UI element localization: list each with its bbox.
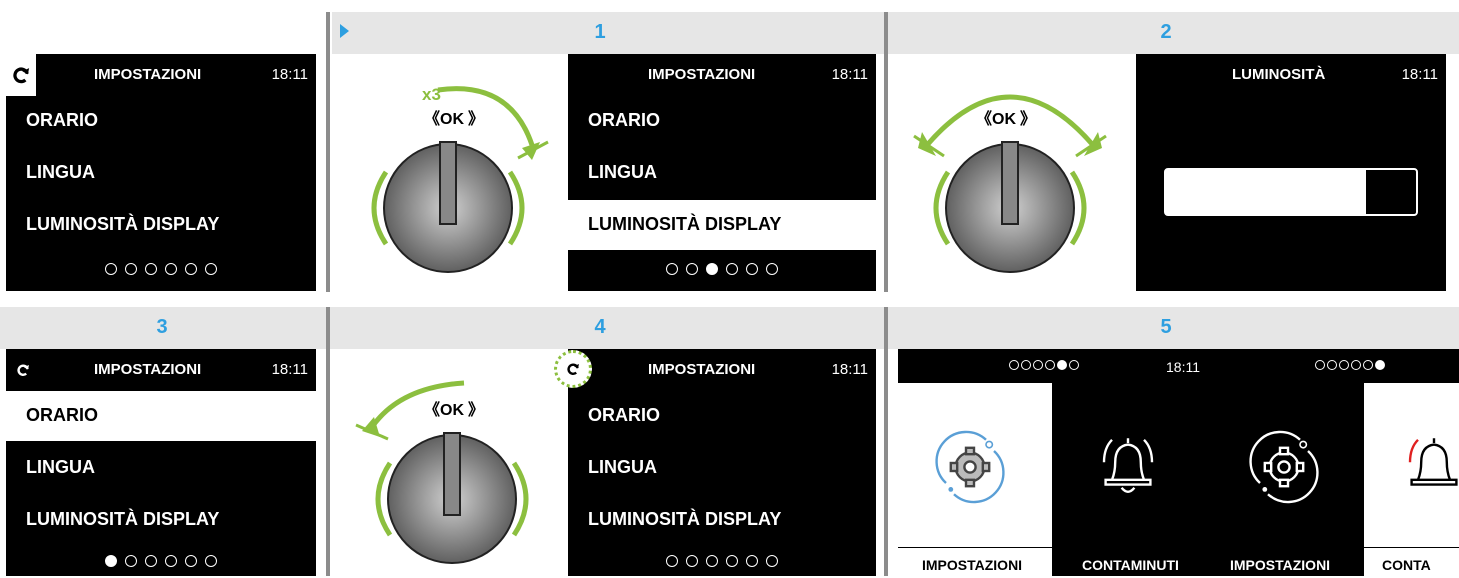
- svg-text:《: 《: [424, 401, 440, 419]
- menu-item-orario[interactable]: ORARIO: [6, 96, 316, 146]
- page-indicator: [568, 259, 876, 280]
- menu-item-label: ORARIO: [588, 405, 660, 425]
- menu-item-luminosita[interactable]: LUMINOSITÀ DISPLAY: [6, 495, 316, 545]
- brightness-screen: LUMINOSITÀ 18:11: [1136, 54, 1446, 291]
- menu-item-luminosita[interactable]: LUMINOSITÀ DISPLAY: [568, 495, 876, 545]
- svg-text:》: 》: [468, 401, 484, 419]
- menu-item-orario[interactable]: ORARIO: [568, 391, 876, 441]
- knob-rotate-both[interactable]: 《 OK 》: [900, 60, 1120, 292]
- svg-text:《: 《: [976, 110, 992, 128]
- screen-header: IMPOSTAZIONI 18:11: [6, 54, 316, 96]
- settings-screen-step1: IMPOSTAZIONI 18:11 ORARIO LINGUA LUMINOS…: [568, 54, 876, 291]
- step-header-band-top: [332, 12, 1459, 54]
- page-indicator: [1008, 360, 1080, 370]
- screen-title: IMPOSTAZIONI: [648, 66, 756, 83]
- back-icon: [567, 363, 579, 376]
- tile-label-text: CONTA: [1382, 557, 1431, 573]
- tile-label-text: IMPOSTAZIONI: [1230, 557, 1331, 573]
- menu-item-label: LINGUA: [26, 457, 95, 477]
- clock: 18:11: [271, 66, 308, 83]
- brightness-slider[interactable]: [1164, 168, 1418, 216]
- gear-icon: [935, 430, 1005, 504]
- menu-item-lingua[interactable]: LINGUA: [568, 443, 876, 493]
- menu-item-label: ORARIO: [26, 405, 98, 425]
- step-header-band-bottom: [0, 307, 1459, 349]
- clock: 18:11: [1166, 359, 1200, 375]
- menu-item-label: LUMINOSITÀ DISPLAY: [588, 214, 782, 234]
- clock: 18:11: [1401, 66, 1438, 83]
- screen-title: IMPOSTAZIONI: [94, 361, 202, 378]
- menu-item-lingua[interactable]: LINGUA: [6, 148, 316, 198]
- screen-header: IMPOSTAZIONI 18:11: [568, 349, 876, 391]
- step-number-1: 1: [594, 21, 606, 43]
- tile-impostazioni-selected[interactable]: IMPOSTAZIONI: [1210, 383, 1364, 576]
- page-indicator: [6, 551, 316, 572]
- svg-text:《: 《: [424, 110, 440, 128]
- svg-text:》: 》: [1020, 110, 1036, 128]
- page-indicator: [568, 551, 876, 572]
- menu-item-orario[interactable]: ORARIO: [568, 96, 876, 146]
- tile-conta-partial[interactable]: CONTA: [1364, 383, 1459, 576]
- screen-header: IMPOSTAZIONI 18:11: [6, 349, 316, 391]
- menu-item-label: LINGUA: [588, 162, 657, 182]
- tile-contaminuti[interactable]: CONTAMINUTI: [1052, 383, 1208, 576]
- clock: 18:11: [831, 66, 868, 83]
- separator: [326, 12, 330, 292]
- back-button-highlight[interactable]: [554, 350, 592, 388]
- separator: [884, 12, 888, 292]
- tile-label-text: CONTAMINUTI: [1082, 557, 1179, 573]
- knob-rotate-right-x3[interactable]: x3 《 OK 》: [340, 60, 560, 292]
- menu-item-luminosita[interactable]: LUMINOSITÀ DISPLAY: [6, 200, 316, 250]
- menu-item-label: ORARIO: [26, 110, 98, 130]
- play-icon[interactable]: [340, 24, 349, 38]
- screen-header: IMPOSTAZIONI 18:11: [568, 54, 876, 96]
- screen-title: IMPOSTAZIONI: [648, 361, 756, 378]
- menu-item-luminosita-selected[interactable]: LUMINOSITÀ DISPLAY: [568, 200, 876, 250]
- screen-title: LUMINOSITÀ: [1232, 66, 1326, 83]
- screen-title: IMPOSTAZIONI: [94, 66, 202, 83]
- menu-item-label: LINGUA: [26, 162, 95, 182]
- back-icon[interactable]: [6, 54, 36, 96]
- ok-label: OK: [992, 111, 1016, 128]
- menu-item-lingua[interactable]: LINGUA: [6, 443, 316, 493]
- separator: [884, 307, 888, 576]
- bell-icon: [1408, 438, 1458, 486]
- brightness-fill: [1166, 170, 1366, 214]
- page-indicator: [1314, 360, 1386, 370]
- settings-screen-step3: IMPOSTAZIONI 18:11 ORARIO LINGUA LUMINOS…: [6, 349, 316, 576]
- ok-label: OK: [440, 111, 464, 128]
- back-icon[interactable]: [12, 359, 34, 381]
- gear-icon: [1249, 430, 1319, 504]
- clock: 18:11: [831, 361, 868, 378]
- menu-item-orario-selected[interactable]: ORARIO: [6, 391, 316, 441]
- step-number-2: 2: [1160, 21, 1172, 43]
- page-indicator: [6, 259, 316, 280]
- menu-item-label: LUMINOSITÀ DISPLAY: [26, 509, 220, 529]
- ok-label: OK: [440, 402, 464, 419]
- knob-rotate-left[interactable]: 《 OK 》: [340, 355, 560, 576]
- step-number-3: 3: [156, 316, 168, 338]
- menu-item-lingua[interactable]: LINGUA: [568, 148, 876, 198]
- settings-screen-step4: IMPOSTAZIONI 18:11 ORARIO LINGUA LUMINOS…: [568, 349, 876, 576]
- screen-header: LUMINOSITÀ 18:11: [1136, 54, 1446, 96]
- bell-icon: [1102, 438, 1154, 493]
- menu-item-label: LINGUA: [588, 457, 657, 477]
- tile-label-text: IMPOSTAZIONI: [922, 557, 1023, 573]
- main-menu-step5: 18:11 IMPOSTAZIONI CONTAMINUTI IMPOSTAZI…: [898, 349, 1459, 576]
- tile-impostazioni[interactable]: IMPOSTAZIONI: [898, 383, 1052, 576]
- menu-header-right: [1210, 349, 1459, 383]
- separator: [326, 307, 330, 576]
- step-number-4: 4: [594, 316, 606, 338]
- settings-screen-initial: IMPOSTAZIONI 18:11 ORARIO LINGUA LUMINOS…: [6, 54, 316, 291]
- menu-header-left: 18:11: [898, 349, 1208, 383]
- menu-item-label: ORARIO: [588, 110, 660, 130]
- clock: 18:11: [271, 361, 308, 378]
- svg-text:》: 》: [468, 110, 484, 128]
- menu-item-label: LUMINOSITÀ DISPLAY: [26, 214, 220, 234]
- menu-item-label: LUMINOSITÀ DISPLAY: [588, 509, 782, 529]
- step-number-5: 5: [1160, 316, 1172, 338]
